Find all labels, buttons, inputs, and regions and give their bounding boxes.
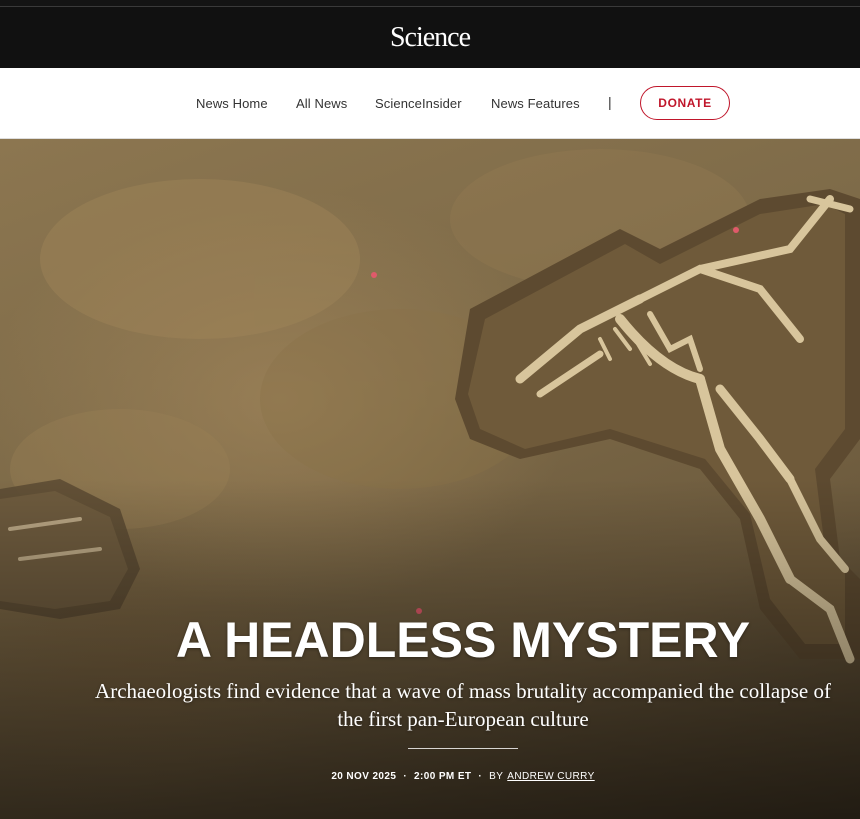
meta-dot: · <box>403 771 408 782</box>
publish-time: 2:00 PM ET <box>414 771 472 782</box>
byline-prefix: BY <box>489 771 504 782</box>
hero-banner: A HEADLESS MYSTERY Archaeologists find e… <box>0 139 860 819</box>
author-link[interactable]: ANDREW CURRY <box>507 771 594 782</box>
donate-button[interactable]: DONATE <box>640 86 730 120</box>
publish-date: 20 NOV 2025 <box>331 771 397 782</box>
top-strip <box>0 0 860 7</box>
meta-dot: · <box>478 771 483 782</box>
nav-scienceinsider[interactable]: ScienceInsider <box>375 96 462 111</box>
science-logo[interactable]: Science <box>390 22 471 54</box>
nav-news-features[interactable]: News Features <box>491 96 580 111</box>
nav-separator: | <box>608 94 612 110</box>
nav-all-news[interactable]: All News <box>296 96 347 111</box>
article-headline[interactable]: A HEADLESS MYSTERY <box>0 611 860 669</box>
news-subnav: News Home All News ScienceInsider News F… <box>0 68 860 139</box>
masthead: Science <box>0 7 860 68</box>
article-meta: 20 NOV 2025 · 2:00 PM ET · BY ANDREW CURRY <box>0 771 860 782</box>
divider-rule <box>408 748 518 749</box>
article-dek: Archaeologists find evidence that a wave… <box>95 679 831 731</box>
nav-news-home[interactable]: News Home <box>196 96 268 111</box>
